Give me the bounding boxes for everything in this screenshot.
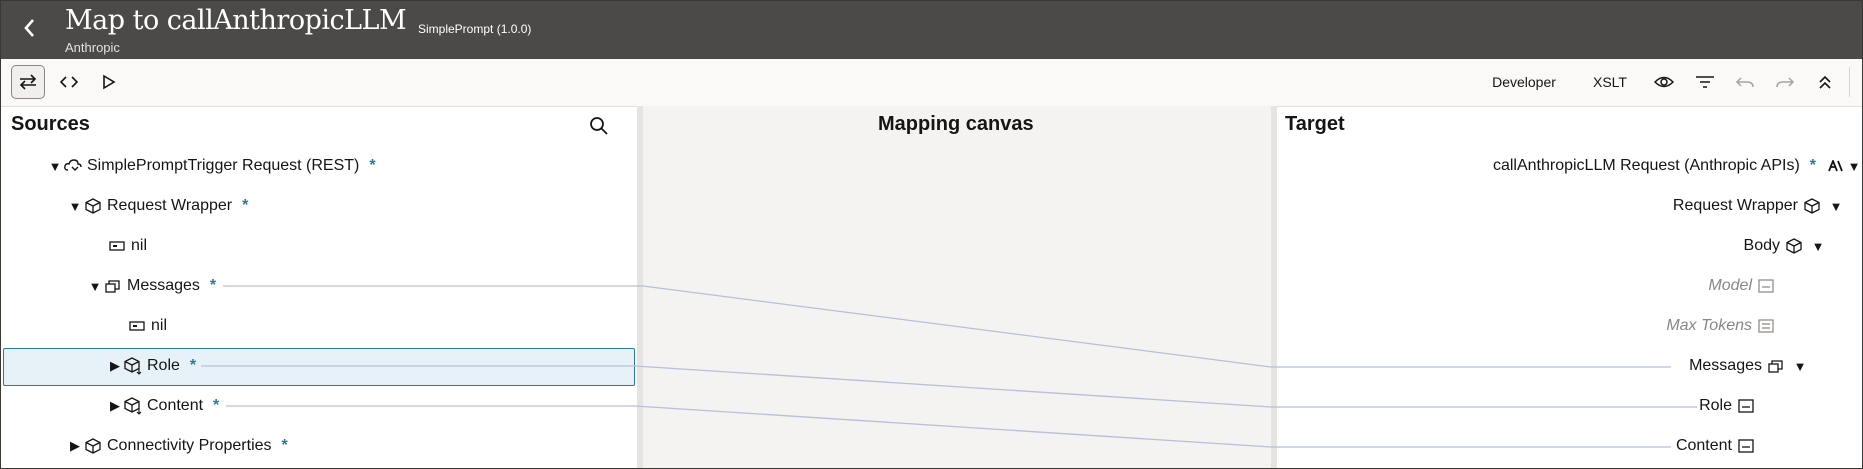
caret-right-icon[interactable]: ▶ bbox=[67, 438, 83, 454]
attribute-icon bbox=[107, 240, 127, 252]
repeating-element-icon bbox=[103, 279, 123, 293]
source-root-node[interactable]: ▼ SimplePromptTrigger Request (REST) * bbox=[47, 148, 376, 184]
mapping-lines bbox=[201, 285, 1697, 448]
mapping-line-messages bbox=[223, 285, 1671, 368]
string-field-icon bbox=[1736, 399, 1756, 413]
target-max-tokens-label: Max Tokens bbox=[1666, 317, 1752, 334]
complex-type-icon bbox=[123, 397, 143, 415]
mapper-window: Map to callAnthropicLLM Anthropic Simple… bbox=[0, 0, 1863, 469]
source-nil-2[interactable]: nil bbox=[127, 308, 171, 344]
complex-type-icon bbox=[1802, 198, 1822, 214]
target-body-label: Body bbox=[1743, 237, 1780, 254]
caret-down-icon[interactable]: ▼ bbox=[47, 159, 63, 174]
target-messages-label: Messages bbox=[1689, 357, 1762, 374]
required-marker: * bbox=[213, 397, 220, 414]
target-root-node[interactable]: callAnthropicLLM Request (Anthropic APIs… bbox=[1489, 148, 1862, 184]
required-marker: * bbox=[209, 277, 217, 294]
source-request-wrapper[interactable]: ▼ Request Wrapper * bbox=[67, 188, 249, 224]
caret-down-icon[interactable]: ▼ bbox=[67, 199, 83, 214]
caret-right-icon[interactable]: ▶ bbox=[107, 398, 123, 414]
target-body[interactable]: Body ▼ bbox=[1740, 228, 1826, 264]
caret-down-icon[interactable]: ▼ bbox=[1792, 359, 1808, 374]
caret-down-icon[interactable]: ▼ bbox=[1846, 159, 1862, 174]
mapping-line-role bbox=[201, 365, 1697, 408]
source-content-label: Content bbox=[147, 397, 204, 414]
repeating-element-icon bbox=[1766, 359, 1786, 373]
source-content[interactable]: ▶ Content * bbox=[107, 388, 219, 424]
source-request-wrapper-label: Request Wrapper bbox=[107, 197, 233, 214]
source-nil-2-label: nil bbox=[151, 317, 168, 334]
target-content-label: Content bbox=[1675, 437, 1732, 454]
source-messages[interactable]: ▼ Messages * bbox=[87, 268, 217, 304]
caret-down-icon[interactable]: ▼ bbox=[87, 279, 103, 294]
string-field-icon bbox=[1736, 439, 1756, 453]
target-max-tokens[interactable]: Max Tokens bbox=[1662, 308, 1776, 344]
caret-right-icon[interactable]: ▶ bbox=[107, 358, 123, 374]
target-request-wrapper-label: Request Wrapper bbox=[1672, 197, 1798, 214]
source-nil-1-label: nil bbox=[131, 237, 148, 254]
source-role[interactable]: ▶ Role * bbox=[107, 348, 196, 384]
caret-down-icon[interactable]: ▼ bbox=[1828, 199, 1844, 214]
number-field-icon bbox=[1756, 319, 1776, 333]
rest-trigger-icon bbox=[63, 158, 83, 174]
source-connectivity-label: Connectivity Properties bbox=[107, 437, 272, 454]
target-request-wrapper[interactable]: Request Wrapper ▼ bbox=[1669, 188, 1844, 224]
required-marker: * bbox=[1809, 157, 1816, 174]
caret-down-icon[interactable]: ▼ bbox=[1810, 239, 1826, 254]
anthropic-logo-icon bbox=[1826, 160, 1846, 172]
source-nil-1[interactable]: nil bbox=[107, 228, 151, 264]
mapping-line-content bbox=[226, 405, 1671, 448]
source-root-label: SimplePromptTrigger Request (REST) bbox=[87, 157, 360, 174]
complex-type-icon bbox=[83, 438, 103, 454]
target-model-label: Model bbox=[1708, 277, 1752, 294]
required-marker: * bbox=[242, 197, 249, 214]
target-role-label: Role bbox=[1699, 397, 1732, 414]
source-role-label: Role bbox=[147, 357, 180, 374]
target-root-label: callAnthropicLLM Request (Anthropic APIs… bbox=[1492, 157, 1800, 174]
required-marker: * bbox=[369, 157, 376, 174]
target-content[interactable]: Content bbox=[1672, 428, 1756, 464]
source-messages-label: Messages bbox=[127, 277, 200, 294]
required-marker: * bbox=[281, 437, 288, 454]
complex-type-icon bbox=[83, 198, 103, 214]
target-model[interactable]: Model bbox=[1704, 268, 1776, 304]
complex-type-icon bbox=[1784, 238, 1804, 254]
source-connectivity-properties[interactable]: ▶ Connectivity Properties * bbox=[67, 428, 288, 464]
required-marker: * bbox=[189, 357, 197, 374]
complex-type-icon bbox=[123, 357, 143, 375]
attribute-icon bbox=[127, 320, 147, 332]
target-role[interactable]: Role bbox=[1695, 388, 1756, 424]
string-field-icon bbox=[1756, 279, 1776, 293]
target-messages[interactable]: Messages ▼ bbox=[1685, 348, 1808, 384]
